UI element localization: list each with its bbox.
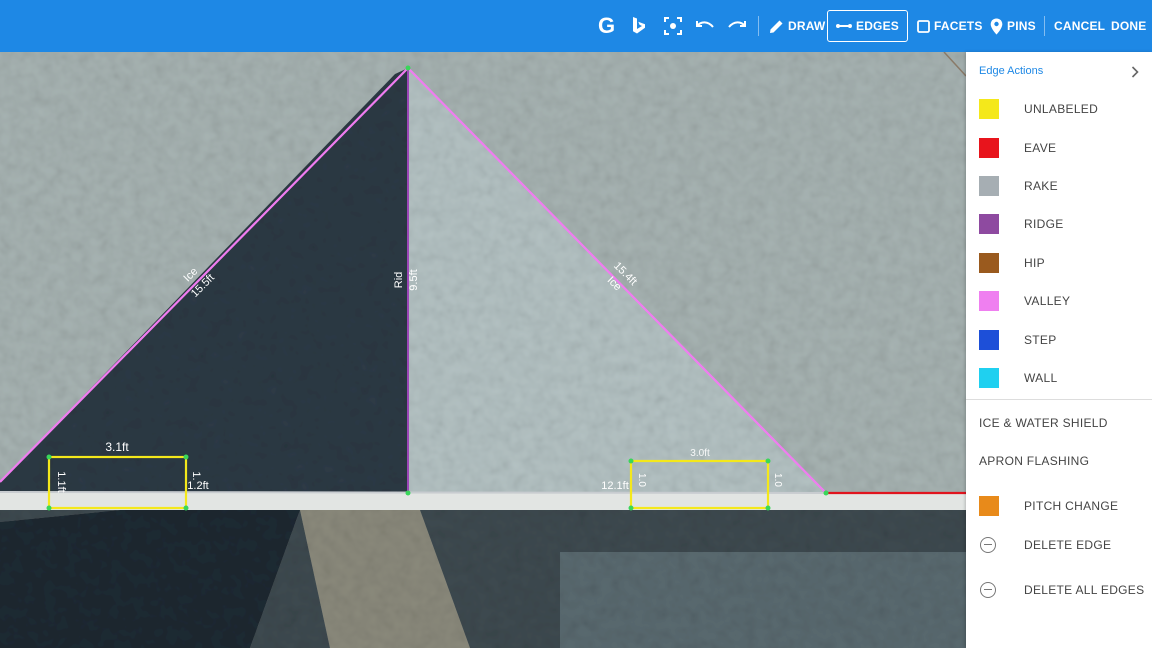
edge-type-rake[interactable]: RAKE <box>966 172 1152 200</box>
minus-circle-icon <box>980 537 996 553</box>
edge-type-label: STEP <box>1024 333 1057 347</box>
minus-circle-icon <box>980 582 996 598</box>
vertex-handle <box>46 454 52 460</box>
edge-type-eave[interactable]: EAVE <box>966 134 1152 162</box>
edge-type-label: RAKE <box>1024 179 1058 193</box>
edge-type-label: EAVE <box>1024 141 1057 155</box>
vertex-handle <box>405 65 411 71</box>
edge-type-label: HIP <box>1024 256 1045 270</box>
ground-shadow <box>0 510 300 648</box>
edge-type-label: RIDGE <box>1024 217 1064 231</box>
recenter-button[interactable] <box>664 10 682 42</box>
panel-title: Edge Actions <box>979 65 1044 77</box>
pin-icon <box>990 18 1003 34</box>
delete-edge-label: DELETE EDGE <box>1024 538 1112 552</box>
box1-top-label: 3.1ft <box>105 440 129 454</box>
box2-left2-label: 1.0 <box>636 473 647 487</box>
bing-icon <box>633 17 645 34</box>
valley-swatch-icon <box>979 291 999 311</box>
box1-right2-label: 1. <box>190 471 202 480</box>
redo-button[interactable] <box>727 10 747 42</box>
google-icon: G <box>598 13 616 38</box>
facets-icon <box>917 19 930 33</box>
box1-right-label: 1.2ft <box>187 480 208 492</box>
vertex-handle <box>823 490 829 496</box>
hip-swatch-icon <box>979 253 999 273</box>
pins-label: PINS <box>1007 19 1036 33</box>
ridge-type-label: Rid <box>393 272 405 289</box>
chevron-right-icon[interactable] <box>1131 66 1139 78</box>
edge-type-label: VALLEY <box>1024 294 1071 308</box>
pins-button[interactable]: PINS <box>990 10 1036 42</box>
cancel-button[interactable]: CANCEL <box>1054 10 1105 42</box>
edge-type-ridge[interactable]: RIDGE <box>966 210 1152 238</box>
edge-type-hip[interactable]: HIP <box>966 249 1152 277</box>
draw-button[interactable]: DRAW <box>769 10 825 42</box>
toolbar-divider <box>758 16 759 36</box>
toolbar-divider <box>1044 16 1045 36</box>
focus-icon <box>664 17 682 35</box>
apron-flashing-label: APRON FLASHING <box>979 454 1090 468</box>
box2-right-label: 1.0 <box>772 473 783 487</box>
box2-left-label: 12.1ft <box>601 480 629 492</box>
vertex-handle <box>183 454 189 460</box>
pencil-icon <box>770 20 783 33</box>
eave-edge-gray[interactable] <box>0 491 827 494</box>
google-imagery-button[interactable]: G <box>598 10 615 42</box>
edges-icon <box>836 24 852 28</box>
edges-button[interactable]: EDGES <box>827 10 908 42</box>
edge-type-wall[interactable]: WALL <box>966 364 1152 392</box>
eave-swatch-icon <box>979 138 999 158</box>
box1-left-label: 1.1ft <box>55 471 67 492</box>
edge-type-label: WALL <box>1024 371 1058 385</box>
undo-button[interactable] <box>695 10 715 42</box>
aerial-view[interactable]: Ice 15.5ft Rid 9.5ft 15.4ft Ice 3.1ft 1.… <box>0 52 966 648</box>
edge-type-valley[interactable]: VALLEY <box>966 287 1152 315</box>
redo-icon <box>728 21 746 28</box>
facets-label: FACETS <box>934 19 983 33</box>
done-label: DONE <box>1111 19 1147 33</box>
box2-top-label: 3.0ft <box>690 448 710 459</box>
edge-type-step[interactable]: STEP <box>966 326 1152 354</box>
facets-button[interactable]: FACETS <box>917 10 983 42</box>
vertex-handle <box>405 490 411 496</box>
ridge-swatch-icon <box>979 214 999 234</box>
edge-type-label: UNLABELED <box>1024 102 1099 116</box>
rake-swatch-icon <box>979 176 999 196</box>
panel-divider <box>966 399 1152 400</box>
pitch-change-item[interactable]: PITCH CHANGE <box>966 492 1152 520</box>
pitch-change-swatch-icon <box>979 496 999 516</box>
ridge-length-label: 9.5ft <box>408 269 420 290</box>
vertex-handle <box>183 505 189 511</box>
ground-right <box>560 552 966 648</box>
wall-swatch-icon <box>979 368 999 388</box>
pitch-change-label: PITCH CHANGE <box>1024 499 1119 513</box>
undo-icon <box>696 21 714 28</box>
delete-all-edges-label: DELETE ALL EDGES <box>1024 583 1145 597</box>
apron-flashing-item[interactable]: APRON FLASHING <box>966 447 1152 475</box>
unlabeled-swatch-icon <box>979 99 999 119</box>
ice-water-shield-item[interactable]: ICE & WATER SHIELD <box>966 409 1152 437</box>
vertex-handle <box>765 505 771 511</box>
done-button[interactable]: DONE <box>1111 10 1146 42</box>
vertex-handle <box>628 458 634 464</box>
edge-actions-panel: Edge Actions UNLABELED EAVE RAKE RIDGE H… <box>966 52 1152 648</box>
delete-all-edges-item[interactable]: DELETE ALL EDGES <box>966 576 1152 604</box>
vertex-handle <box>765 458 771 464</box>
ice-water-shield-label: ICE & WATER SHIELD <box>979 416 1108 430</box>
vertex-handle <box>46 505 52 511</box>
edges-label: EDGES <box>855 19 899 33</box>
delete-edge-item[interactable]: DELETE EDGE <box>966 531 1152 559</box>
panel-header[interactable]: Edge Actions <box>979 65 1139 78</box>
cancel-label: CANCEL <box>1054 19 1106 33</box>
step-swatch-icon <box>979 330 999 350</box>
draw-label: DRAW <box>788 19 826 33</box>
roof-canvas[interactable]: Ice 15.5ft Rid 9.5ft 15.4ft Ice 3.1ft 1.… <box>0 52 966 648</box>
vertex-handle <box>628 505 634 511</box>
bing-imagery-button[interactable] <box>630 10 648 42</box>
top-toolbar: G DRAW EDGES FACETS PINS CANCEL DONE <box>0 0 1152 52</box>
edge-type-unlabeled[interactable]: UNLABELED <box>966 95 1152 123</box>
